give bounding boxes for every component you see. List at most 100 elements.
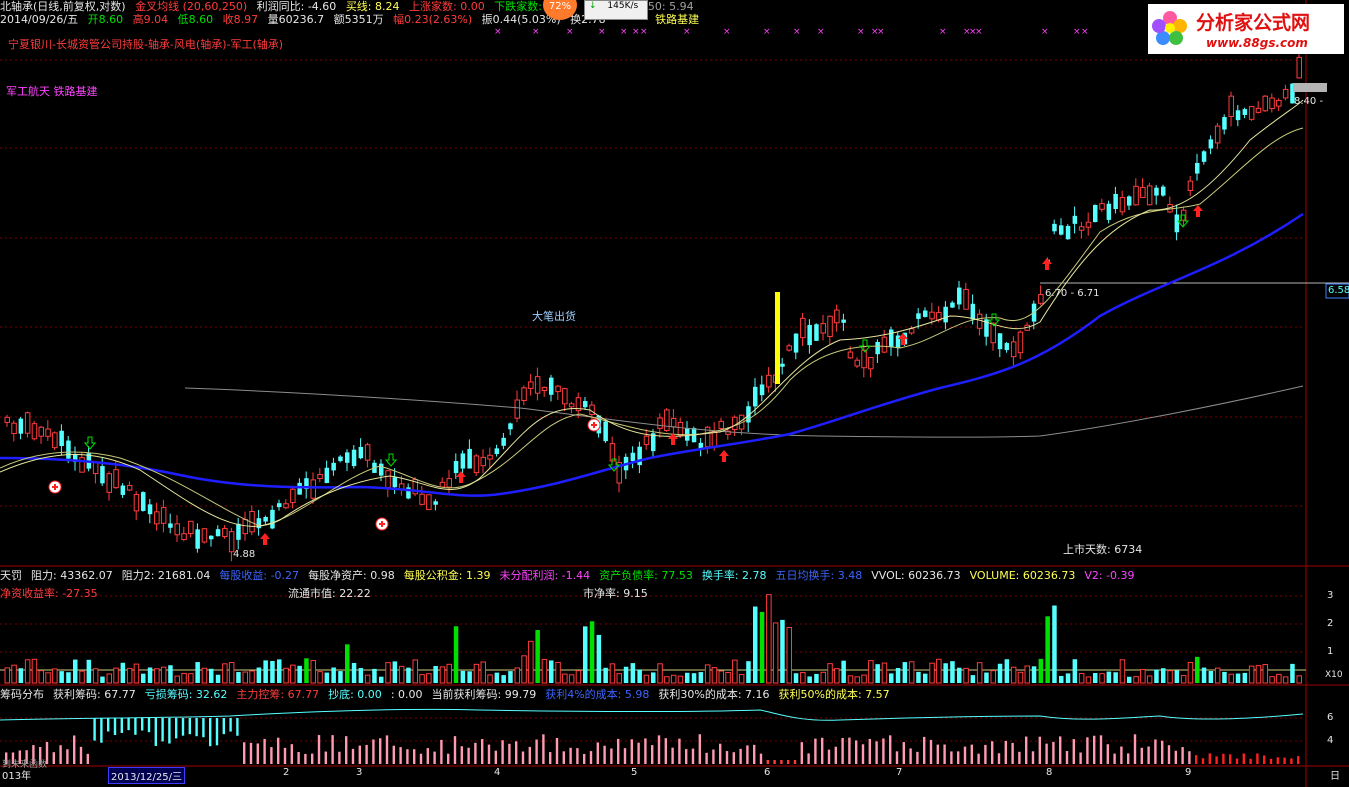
chip-bar xyxy=(712,749,715,764)
timeline-label[interactable]: 5 xyxy=(631,767,637,778)
chip-bar xyxy=(997,753,1001,764)
candle-body xyxy=(453,461,459,474)
volume-bar xyxy=(1161,668,1166,683)
candle-body xyxy=(583,400,588,408)
candle-body xyxy=(875,341,880,355)
timeline-label[interactable]: 2 xyxy=(283,767,289,778)
chip-bar xyxy=(372,739,375,764)
chip-bar xyxy=(1147,746,1150,764)
candle-body xyxy=(351,449,357,467)
volume-bar xyxy=(1113,672,1118,683)
chip-bar xyxy=(977,753,980,764)
volume-bar xyxy=(691,673,697,683)
candle-body xyxy=(1228,95,1234,117)
chip-bar xyxy=(338,751,341,764)
candle-body xyxy=(1017,331,1024,354)
volume-bar xyxy=(385,662,391,684)
chip-bar xyxy=(453,736,457,764)
chip-bar xyxy=(637,742,640,764)
candle-body xyxy=(331,462,336,471)
right-price-tag: 6.58 xyxy=(1328,285,1349,296)
candle-body xyxy=(841,319,846,323)
volume-bar xyxy=(834,668,840,684)
volume-bar xyxy=(433,666,438,683)
volume-bar xyxy=(685,672,690,683)
latest-price-bar xyxy=(1293,83,1327,92)
quote-low: 低8.60 xyxy=(177,13,214,26)
volume-bar xyxy=(541,658,548,684)
volume-bar xyxy=(154,668,160,684)
candle-body xyxy=(929,311,935,320)
quote-concept: 铁路基建 xyxy=(655,13,700,26)
candle-body xyxy=(528,381,534,389)
indicator-item-9: 五日均换手: 3.48 xyxy=(775,569,863,582)
volume-bar xyxy=(814,673,819,683)
chip-bar xyxy=(1195,755,1198,764)
volume-bar xyxy=(324,672,330,683)
chip-bar xyxy=(1276,757,1279,764)
chip-bar xyxy=(766,760,769,764)
chip-bar xyxy=(1222,753,1225,764)
chip-bar xyxy=(297,752,300,764)
chip-item-4: 抄底: 0.00 xyxy=(328,688,382,701)
volume-bar xyxy=(11,664,17,684)
candle-body xyxy=(4,416,10,423)
candle-body xyxy=(1065,225,1071,240)
chip-bar xyxy=(589,751,593,764)
candle-body xyxy=(1276,99,1282,107)
volume-bar xyxy=(79,670,85,684)
chip-bar xyxy=(848,737,851,764)
chip-bar xyxy=(807,753,810,764)
candle-body xyxy=(439,481,446,488)
candle-body xyxy=(106,473,112,493)
volume-bar xyxy=(494,672,500,683)
timeline-label[interactable]: 3 xyxy=(356,767,362,778)
timeline-label[interactable]: 7 xyxy=(896,767,902,778)
chip-bar xyxy=(528,746,531,764)
volume-bar xyxy=(1167,670,1173,684)
volume-bar xyxy=(412,659,418,684)
chip-item-3: 主力控筹: 67.77 xyxy=(236,688,320,701)
candle-body xyxy=(1282,88,1289,99)
volume-bar xyxy=(847,675,854,684)
top-signal-marks: × × × × × × × × × × × × × ×× × ××× × × × xyxy=(494,27,1089,37)
timeline-label[interactable]: 8 xyxy=(1046,767,1052,778)
candle-body xyxy=(834,309,840,324)
volume-bar xyxy=(1085,676,1092,684)
chip-bar xyxy=(617,738,620,764)
timeline-label[interactable]: 6 xyxy=(764,767,770,778)
volume-bar xyxy=(1099,673,1105,684)
ma60-line xyxy=(0,212,1304,497)
volume-bar xyxy=(1140,668,1146,684)
chip-bar xyxy=(603,745,606,764)
timeline-label[interactable]: 9 xyxy=(1185,767,1191,778)
chip-bar xyxy=(1161,740,1164,764)
volume-bar xyxy=(902,662,908,683)
candle-body xyxy=(718,420,724,429)
volume-bar xyxy=(473,663,480,684)
timeline-label[interactable]: 4 xyxy=(494,767,500,778)
kline-chart[interactable]: × × × × × × × × × × × × × ×× × ××× × × × xyxy=(0,0,1349,787)
candle-body xyxy=(263,516,268,522)
candle-body xyxy=(188,520,194,535)
candle-body xyxy=(643,435,650,445)
volume-bar xyxy=(718,670,724,684)
timeline-cursor-date[interactable]: 2013/12/25/三 xyxy=(108,767,186,784)
volume-bar xyxy=(1133,676,1139,684)
volume-bar xyxy=(242,671,248,684)
volume-bar xyxy=(630,663,636,683)
signal-mark: × xyxy=(975,27,983,37)
timeline-label[interactable]: 013年 xyxy=(2,767,31,782)
candle-body xyxy=(209,535,214,540)
timeline-label[interactable]: 日 xyxy=(1330,767,1340,782)
signal-mark: × xyxy=(939,27,947,37)
candle-body xyxy=(392,477,398,488)
candle-body xyxy=(677,421,684,436)
chip-bar xyxy=(1025,736,1028,764)
volume-bar xyxy=(38,670,44,684)
chip-bar xyxy=(508,743,511,764)
candle-body xyxy=(1059,225,1064,235)
chip-bar xyxy=(406,749,409,764)
chip-bar xyxy=(399,747,402,764)
logo-title: 分析家公式网 xyxy=(1196,12,1311,34)
